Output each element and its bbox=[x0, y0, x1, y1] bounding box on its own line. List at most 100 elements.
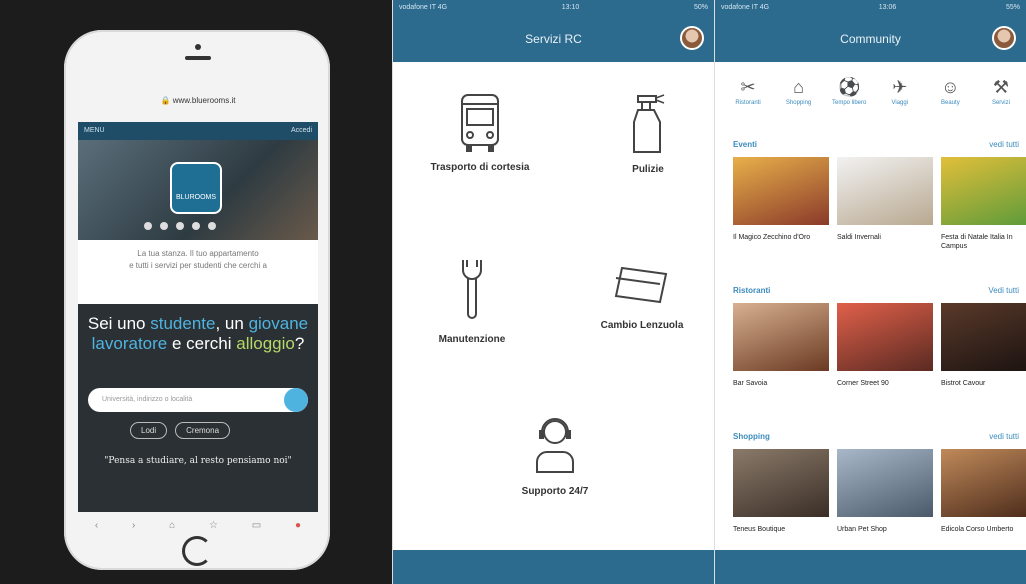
bottom-tab-bar[interactable] bbox=[715, 550, 1026, 584]
login-link[interactable]: Accedi bbox=[291, 122, 312, 140]
category-shopping[interactable]: ⌂ Shopping bbox=[780, 76, 818, 106]
search-input[interactable]: Università, indirizzo o località bbox=[88, 388, 308, 412]
site-top-strip: MENU Accedi bbox=[78, 122, 318, 140]
intro-text: La tua stanza. Il tuo appartamento e tut… bbox=[129, 249, 267, 270]
section-title: Eventi bbox=[733, 140, 758, 149]
service-linen-change[interactable]: Cambio Lenzuola bbox=[575, 262, 709, 331]
speaker-grille bbox=[185, 56, 211, 60]
forward-icon[interactable]: › bbox=[132, 520, 135, 531]
avatar[interactable] bbox=[680, 26, 704, 50]
hero-banner: BLUROOMS bbox=[78, 140, 318, 240]
service-label: Pulizie bbox=[632, 164, 664, 175]
section-title: Shopping bbox=[733, 432, 770, 441]
section-title: Ristoranti bbox=[733, 286, 771, 295]
restaurant-card[interactable]: Bar Savoia bbox=[733, 303, 829, 399]
camera-icon bbox=[195, 44, 201, 50]
services-header: vodafone IT 4G 13:10 50% Servizi RC bbox=[393, 0, 714, 62]
event-image bbox=[733, 157, 829, 225]
avatar[interactable] bbox=[992, 26, 1016, 50]
event-card[interactable]: Festa di Natale Italia In Campus bbox=[941, 157, 1026, 253]
community-screen: vodafone IT 4G 13:06 55% Community ✂ Rist… bbox=[714, 0, 1026, 584]
home-icon[interactable]: ⌂ bbox=[169, 520, 175, 531]
social-icon[interactable] bbox=[144, 222, 152, 230]
bookmark-icon[interactable]: ☆ bbox=[209, 520, 218, 531]
support-agent-icon bbox=[536, 418, 574, 473]
shop-image bbox=[941, 449, 1026, 517]
status-bar: vodafone IT 4G 13:06 55% bbox=[721, 4, 1020, 11]
restaurant-image bbox=[941, 303, 1026, 371]
menu-link[interactable]: MENU bbox=[84, 122, 105, 140]
spray-bottle-icon bbox=[633, 94, 665, 153]
sheets-icon bbox=[614, 266, 668, 304]
category-restaurants[interactable]: ✂ Ristoranti bbox=[729, 76, 767, 106]
restaurant-card[interactable]: Bistrot Cavour bbox=[941, 303, 1026, 399]
category-free-time[interactable]: ⚽ Tempo libero bbox=[830, 76, 868, 106]
restaurant-image bbox=[733, 303, 829, 371]
shop-image bbox=[837, 449, 933, 517]
headline-question: Sei uno studente, un giovane lavoratore … bbox=[87, 314, 309, 353]
city-pill-lodi[interactable]: Lodi bbox=[130, 422, 168, 439]
service-maintenance[interactable]: Manutenzione bbox=[407, 258, 537, 345]
service-cleaning[interactable]: Pulizie bbox=[593, 92, 703, 175]
social-icon[interactable] bbox=[192, 222, 200, 230]
social-icon[interactable] bbox=[208, 222, 216, 230]
search-button[interactable] bbox=[284, 388, 308, 412]
event-image bbox=[941, 157, 1026, 225]
event-image bbox=[837, 157, 933, 225]
search-section: Sei uno studente, un giovane lavoratore … bbox=[78, 304, 318, 512]
category-services[interactable]: ⚒ Servizi bbox=[982, 76, 1020, 106]
restaurant-image bbox=[837, 303, 933, 371]
service-support[interactable]: Supporto 24/7 bbox=[495, 414, 615, 497]
site-logo: BLUROOMS bbox=[170, 162, 222, 214]
bus-icon bbox=[461, 94, 499, 152]
tabs-icon[interactable]: ▭ bbox=[252, 520, 261, 531]
shop-card[interactable]: Teneus Boutique bbox=[733, 449, 829, 545]
plane-icon: ✈ bbox=[892, 77, 908, 97]
cutlery-icon: ✂ bbox=[740, 77, 756, 97]
phone-frame: 🔒 www.bluerooms.it MENU Accedi BLUROOMS … bbox=[64, 30, 330, 570]
loading-spinner-icon bbox=[182, 536, 212, 566]
category-bar: ✂ Ristoranti ⌂ Shopping ⚽ Tempo libero ✈ Via… bbox=[715, 62, 1026, 106]
city-pills: Lodi Cremona bbox=[130, 422, 231, 439]
service-transport[interactable]: Trasporto di cortesia bbox=[415, 92, 545, 173]
page-title: Community bbox=[840, 32, 901, 46]
community-header: vodafone IT 4G 13:06 55% Community bbox=[715, 0, 1026, 62]
browser-address-bar[interactable]: 🔒 www.bluerooms.it bbox=[78, 92, 318, 110]
see-all-link[interactable]: vedi tutti bbox=[989, 432, 1019, 441]
event-card[interactable]: Saldi Invernali bbox=[837, 157, 933, 253]
phone-photo-panel: 🔒 www.bluerooms.it MENU Accedi BLUROOMS … bbox=[0, 0, 392, 584]
service-label: Supporto 24/7 bbox=[521, 486, 589, 497]
social-icon[interactable] bbox=[176, 222, 184, 230]
shop-card[interactable]: Edicola Corso Umberto bbox=[941, 449, 1026, 545]
service-label: Trasporto di cortesia bbox=[430, 162, 530, 173]
services-screen: vodafone IT 4G 13:10 50% Servizi RC Tras… bbox=[392, 0, 714, 584]
website-screen: MENU Accedi BLUROOMS La tua stanza. Il t… bbox=[78, 122, 318, 512]
see-all-link[interactable]: vedi tutti bbox=[989, 140, 1019, 149]
status-bar: vodafone IT 4G 13:10 50% bbox=[399, 4, 708, 11]
see-all-link[interactable]: Vedi tutti bbox=[988, 286, 1019, 295]
browser-nav-bar: ‹ › ⌂ ☆ ▭ ● bbox=[78, 514, 318, 536]
social-icon[interactable] bbox=[160, 222, 168, 230]
section-events: Eventi vedi tutti Il Magico Zecchino d'Or… bbox=[715, 140, 1026, 253]
beauty-icon: ☺ bbox=[941, 77, 960, 97]
page-title: Servizi RC bbox=[525, 32, 582, 46]
ball-icon: ⚽ bbox=[837, 77, 861, 97]
bottom-tab-bar[interactable] bbox=[393, 550, 714, 584]
category-travel[interactable]: ✈ Viaggi bbox=[881, 76, 919, 106]
wrench-icon bbox=[462, 260, 482, 319]
category-beauty[interactable]: ☺ Beauty bbox=[931, 76, 969, 106]
social-icons bbox=[144, 222, 216, 230]
notification-icon[interactable]: ● bbox=[295, 520, 301, 531]
service-label: Manutenzione bbox=[438, 334, 506, 345]
restaurant-card[interactable]: Corner Street 90 bbox=[837, 303, 933, 399]
shop-image bbox=[733, 449, 829, 517]
event-card[interactable]: Il Magico Zecchino d'Oro bbox=[733, 157, 829, 253]
section-restaurants: Ristoranti Vedi tutti Bar Savoia Corner S… bbox=[715, 286, 1026, 399]
city-pill-cremona[interactable]: Cremona bbox=[175, 422, 231, 439]
shop-card[interactable]: Urban Pet Shop bbox=[837, 449, 933, 545]
tools-icon: ⚒ bbox=[992, 77, 1010, 97]
back-icon[interactable]: ‹ bbox=[95, 520, 98, 531]
section-shopping: Shopping vedi tutti Teneus Boutique Urban… bbox=[715, 432, 1026, 545]
slogan-quote: "Pensa a studiare, al resto pensiamo noi… bbox=[104, 456, 292, 466]
shopping-bag-icon: ⌂ bbox=[793, 77, 805, 97]
